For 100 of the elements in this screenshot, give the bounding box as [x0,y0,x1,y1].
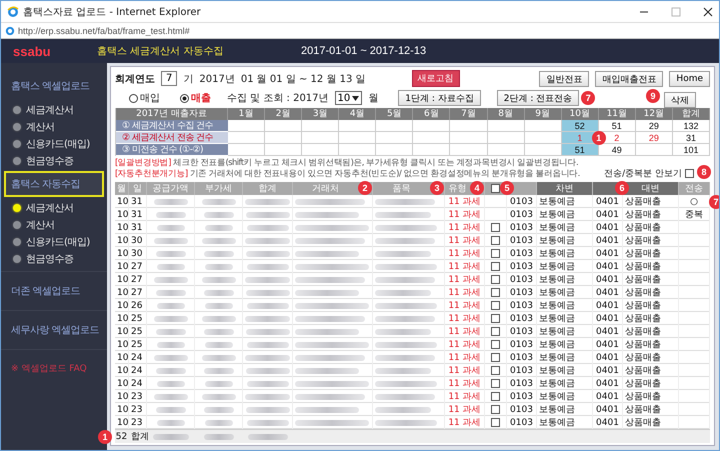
sidebar-item[interactable]: 신용카드(매입) [26,136,90,150]
blurred-value [156,368,186,374]
row-checkbox[interactable] [491,262,500,271]
blurred-value [375,198,435,204]
callout-badge: 2 [358,181,372,195]
table-cell: 24 [129,351,147,364]
sidebar-section[interactable]: 홈택스 엑셀업로드 [4,73,104,99]
row-checkbox[interactable] [491,405,500,414]
table-header: 1월 [228,108,266,120]
table-cell: 0401 [593,312,623,325]
blurred-value [154,354,188,360]
term-field[interactable]: 7 [161,71,178,86]
delete-button[interactable]: 삭제 [664,92,696,108]
row-checkbox[interactable] [491,340,500,349]
table-cell: 10 [115,195,129,208]
tax-type-cell[interactable]: 11 과세 [445,234,485,247]
table-cell: 0401 [593,351,623,364]
row-checkbox[interactable] [491,301,500,310]
table-cell: 132 [672,120,710,132]
tax-type-cell[interactable]: 11 과세 [445,195,485,208]
month-select[interactable]: 10 [334,91,362,105]
row-checkbox[interactable] [491,353,500,362]
blurred-value [295,250,359,256]
tax-type-cell[interactable]: 11 과세 [445,351,485,364]
blurred-value [202,394,236,400]
row-checkbox[interactable] [491,379,500,388]
column-header: 차변 [537,182,593,195]
tax-type-cell[interactable]: 11 과세 [445,403,485,416]
table-cell: 보통예금 [537,338,593,351]
nav-button[interactable]: 매입매출전표 [595,70,664,86]
blurred-value [246,250,290,256]
callout-badge: 9 [646,89,660,103]
sidebar-item[interactable]: 계산서 [26,218,54,232]
table-cell: 보통예금 [537,351,593,364]
table-cell: 상품매출 [623,377,679,390]
table-cell: 26 [129,299,147,312]
tax-type-cell[interactable]: 11 과세 [445,260,485,273]
table-header: 합계 [672,108,710,120]
refresh-button[interactable]: 새로고침 [412,70,460,87]
radio-label[interactable]: 매입 [140,91,160,105]
blurred-value [295,328,359,334]
tax-type-cell[interactable]: 11 과세 [445,338,485,351]
blurred-value [154,198,188,204]
blurred-value [375,394,435,400]
tax-type-cell[interactable]: 11 과세 [445,364,485,377]
blurred-value [154,394,188,400]
blurred-value [204,406,234,412]
tax-type-cell[interactable]: 11 과세 [445,390,485,403]
tax-type-cell[interactable]: 11 과세 [445,221,485,234]
row-checkbox[interactable] [491,392,500,401]
tax-type-cell[interactable]: 11 과세 [445,299,485,312]
sidebar-item[interactable]: 신용카드(매입) [26,234,90,248]
row-checkbox[interactable] [491,288,500,297]
table-cell: 25 [129,338,147,351]
sidebar-section[interactable]: 세무사랑 엑셀업로드 [4,317,104,343]
callout-badge: 1 [98,430,112,444]
tax-type-cell[interactable]: 11 과세 [445,286,485,299]
sidebar-item[interactable]: 세금계산서 [26,200,74,214]
table-header: 11월 [598,108,636,120]
tax-type-cell[interactable]: 11 과세 [445,247,485,260]
sidebar-item[interactable]: 현금영수증 [26,252,74,266]
radio-label[interactable]: 매출 [191,91,211,105]
radio-button[interactable] [129,94,138,102]
table-cell: 0103 [507,208,537,221]
blurred-value [375,342,437,348]
sidebar-section[interactable]: 홈택스 자동수집 [4,171,104,197]
blurred-value [202,316,236,322]
table-cell: 보통예금 [537,403,593,416]
row-checkbox[interactable] [491,314,500,323]
select-all-checkbox[interactable] [491,184,500,193]
sidebar-item[interactable]: 세금계산서 [26,102,74,116]
blurred-value [204,264,232,270]
row-checkbox[interactable] [491,275,500,284]
faq-link[interactable]: ※ 엑셀업로드 FAQ [1,354,107,383]
row-checkbox[interactable] [491,327,500,336]
tax-type-cell[interactable]: 11 과세 [445,325,485,338]
table-cell: 보통예금 [537,286,593,299]
table-cell: 0103 [507,234,537,247]
tax-type-cell[interactable]: 11 과세 [445,377,485,390]
sidebar-item[interactable]: 계산서 [26,120,54,134]
step-button[interactable]: 1단계 : 자료수집 [398,90,481,106]
row-checkbox[interactable] [491,366,500,375]
checkbox[interactable] [685,169,694,178]
tax-type-cell[interactable]: 11 과세 [445,312,485,325]
close-icon[interactable] [703,6,713,16]
blurred-value [246,302,288,308]
row-checkbox[interactable] [491,249,500,258]
radio-button[interactable] [180,94,189,102]
row-checkbox[interactable] [491,223,500,232]
sidebar-section[interactable]: 더존 엑셀업로드 [4,278,104,304]
nav-button[interactable]: Home [669,70,710,86]
tax-type-cell[interactable]: 11 과세 [445,273,485,286]
blurred-value [246,290,290,296]
address-field[interactable]: http://erp.ssabu.net/fa/bat/frame_test.html# [18,26,190,36]
nav-button[interactable]: 일반전표 [539,70,590,86]
tax-type-cell[interactable]: 11 과세 [445,208,485,221]
row-checkbox[interactable] [491,236,500,245]
table-cell: 0401 [593,221,623,234]
row-checkbox[interactable] [491,418,500,427]
sidebar-item[interactable]: 현금영수증 [26,154,74,168]
